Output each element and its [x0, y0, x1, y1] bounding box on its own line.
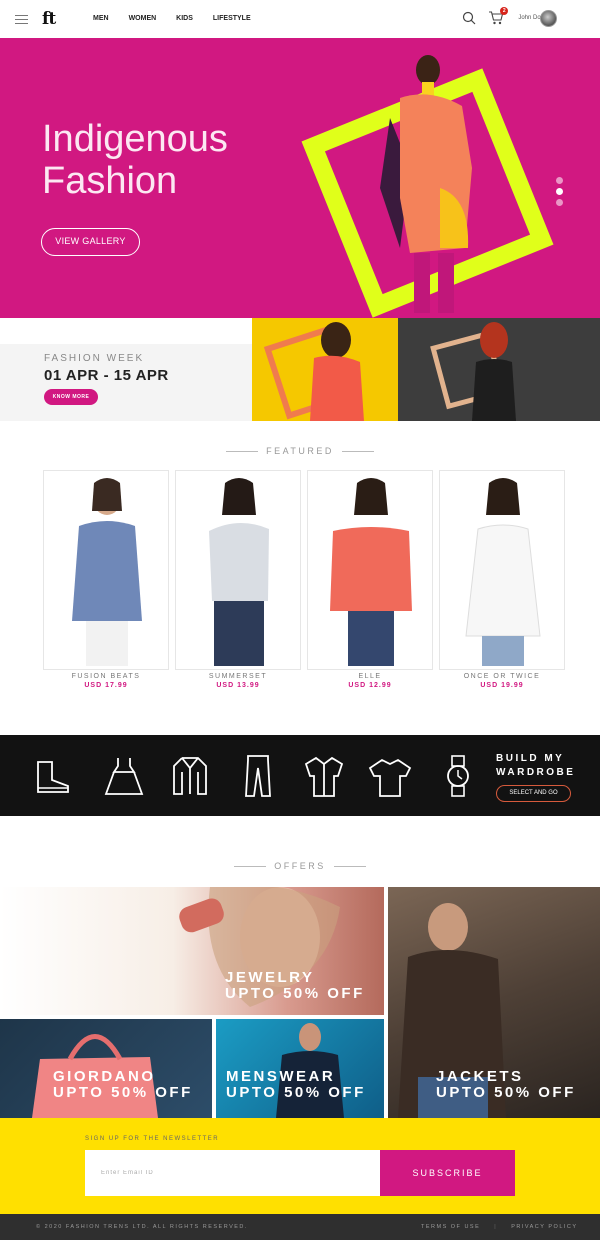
nav-item-lifestyle[interactable]: LIFESTYLE	[213, 15, 251, 22]
hero-slider-dots	[556, 177, 563, 210]
offer-jackets[interactable]: JACKETS UPTO 50% OFF	[388, 887, 600, 1118]
product-price: USD 12.99	[348, 682, 392, 689]
product-price: USD 13.99	[216, 682, 260, 689]
product-name: FUSION BEATS	[71, 673, 141, 680]
product-name: ELLE	[358, 673, 382, 680]
fashion-week-image-2	[398, 318, 600, 421]
fashion-week-dates: 01 APR - 15 APR	[44, 367, 169, 384]
hero-model-image	[380, 55, 472, 313]
copyright-text: © 2020 FASHION TRENS LTD. ALL RIGHTS RES…	[36, 1224, 248, 1230]
dress-icon[interactable]	[100, 752, 148, 800]
offer-jewelry[interactable]: JEWELRY UPTO 50% OFF	[0, 887, 384, 1015]
offer-text: MENSWEAR UPTO 50% OFF	[226, 1068, 366, 1101]
product-image[interactable]	[43, 470, 169, 670]
nav-item-men[interactable]: MEN	[93, 15, 109, 22]
jacket-icon[interactable]	[166, 752, 214, 800]
nav-item-kids[interactable]: KIDS	[176, 15, 193, 22]
cart-icon[interactable]: 2	[488, 7, 509, 25]
know-more-button[interactable]: KNOW MORE	[44, 389, 98, 405]
avatar[interactable]	[540, 10, 557, 27]
product-name: SUMMERSET	[208, 673, 268, 680]
view-gallery-button[interactable]: VIEW GALLERY	[41, 228, 140, 256]
offer-giordano[interactable]: GIORDANO UPTO 50% OFF	[0, 1019, 212, 1118]
product-card[interactable]: FUSION BEATS USD 17.99	[43, 470, 169, 689]
cart-count-badge: 2	[500, 7, 509, 15]
site-header: ft MEN WOMEN KIDS LIFESTYLE 2 John Doe	[0, 0, 600, 38]
main-nav: MEN WOMEN KIDS LIFESTYLE	[93, 15, 271, 22]
terms-link[interactable]: TERMS OF USE	[421, 1224, 480, 1230]
featured-products: FUSION BEATS USD 17.99 SUMMERSET USD 13.…	[43, 470, 565, 689]
hero-title: Indigenous Fashion	[42, 118, 228, 202]
trousers-icon[interactable]	[234, 752, 282, 800]
product-image[interactable]	[439, 470, 565, 670]
header-actions: 2 John Doe	[462, 7, 544, 25]
product-price: USD 17.99	[84, 682, 128, 689]
wardrobe-title: BUILD MY WARDROBE	[496, 753, 576, 778]
footer-links: TERMS OF USE | PRIVACY POLICY	[421, 1224, 578, 1230]
nav-item-women[interactable]: WOMEN	[129, 15, 157, 22]
slider-dot[interactable]	[556, 199, 563, 206]
email-field[interactable]	[85, 1150, 380, 1196]
offer-text: JEWELRY UPTO 50% OFF	[225, 969, 365, 1002]
fashion-week-image-1	[252, 318, 398, 421]
slider-dot-active[interactable]	[556, 188, 563, 195]
privacy-link[interactable]: PRIVACY POLICY	[511, 1224, 577, 1230]
hero-banner: Indigenous Fashion VIEW GALLERY	[0, 38, 600, 318]
tshirt-icon[interactable]	[366, 752, 414, 800]
offer-text: GIORDANO UPTO 50% OFF	[53, 1068, 193, 1101]
boot-icon[interactable]	[30, 752, 78, 800]
fashion-week-label: FASHION WEEK	[44, 353, 145, 364]
product-card[interactable]: ONCE OR TWICE USD 19.99	[439, 470, 565, 689]
newsletter-label: SIGN UP FOR THE NEWSLETTER	[85, 1136, 220, 1142]
product-image[interactable]	[175, 470, 301, 670]
offer-text: JACKETS UPTO 50% OFF	[436, 1068, 576, 1101]
offers-title: OFFERS	[200, 861, 400, 871]
product-name: ONCE OR TWICE	[463, 673, 541, 680]
product-image[interactable]	[307, 470, 433, 670]
hamburger-menu-icon[interactable]	[15, 15, 28, 24]
footer-separator: |	[494, 1224, 498, 1230]
subscribe-button[interactable]: SUBSCRIBE	[380, 1150, 515, 1196]
product-price: USD 19.99	[480, 682, 524, 689]
product-card[interactable]: ELLE USD 12.99	[307, 470, 433, 689]
search-icon[interactable]	[462, 11, 476, 25]
offer-menswear[interactable]: MENSWEAR UPTO 50% OFF	[216, 1019, 384, 1118]
shirt-icon[interactable]	[300, 752, 348, 800]
featured-title: FEATURED	[200, 446, 400, 456]
slider-dot[interactable]	[556, 177, 563, 184]
site-logo[interactable]: ft	[42, 9, 56, 29]
watch-icon[interactable]	[434, 752, 482, 800]
select-and-go-button[interactable]: SELECT AND GO	[496, 785, 571, 802]
product-card[interactable]: SUMMERSET USD 13.99	[175, 470, 301, 689]
